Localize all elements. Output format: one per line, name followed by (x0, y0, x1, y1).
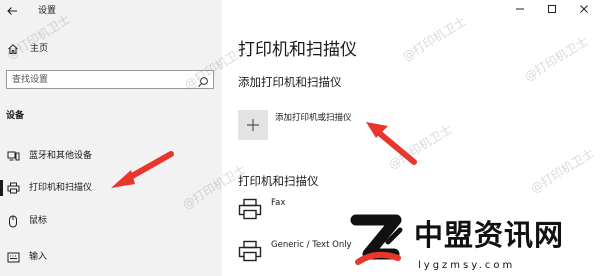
printer-icon (6, 181, 20, 195)
sidebar-item-bluetooth[interactable]: 蓝牙和其他设备 (6, 149, 92, 163)
back-arrow-icon[interactable] (6, 5, 20, 19)
sidebar-item-home[interactable]: 主页 (6, 42, 48, 56)
plus-icon (247, 119, 259, 131)
printer-name: Fax (271, 198, 286, 208)
sidebar-item-label: 打印机和扫描仪 (29, 183, 93, 193)
keyboard-icon (6, 250, 20, 264)
minimize-icon[interactable] (504, 0, 536, 18)
active-indicator (0, 180, 3, 196)
sidebar: 设置 主页 设备 蓝牙和其他设备 打印机和扫描仪 鼠标 (0, 0, 222, 276)
printers-section-heading: 打印机和扫描仪 (238, 174, 319, 188)
brand-url: lygzmsy.com (418, 260, 516, 271)
brand-watermark: 中盟资讯网 lygzmsy.com (340, 210, 600, 276)
sidebar-item-label: 主页 (30, 44, 49, 54)
maximize-icon[interactable] (536, 0, 568, 18)
devices-icon (6, 149, 20, 163)
sidebar-item-mouse[interactable]: 鼠标 (6, 214, 47, 228)
sidebar-item-typing[interactable]: 输入 (6, 250, 47, 264)
add-printer-button[interactable] (238, 110, 268, 140)
search-box[interactable] (6, 70, 214, 89)
page-title: 打印机和扫描仪 (238, 40, 357, 60)
printer-icon (238, 198, 264, 222)
add-section-heading: 添加打印机和扫描仪 (238, 75, 342, 89)
section-label: 设备 (6, 111, 25, 121)
add-printer-label[interactable]: 添加打印机或扫描仪 (275, 113, 352, 124)
sidebar-item-printers[interactable]: 打印机和扫描仪 (6, 181, 92, 195)
home-icon (6, 42, 20, 56)
window-title: 设置 (38, 6, 57, 16)
search-input[interactable] (12, 71, 192, 88)
close-icon[interactable] (568, 0, 600, 18)
brand-logo-icon (350, 214, 403, 265)
brand-name: 中盟资讯网 (414, 218, 565, 252)
mouse-icon (6, 214, 20, 228)
printer-icon (238, 240, 264, 264)
sidebar-item-label: 蓝牙和其他设备 (29, 151, 93, 161)
search-icon[interactable] (197, 73, 209, 87)
sidebar-item-label: 输入 (29, 252, 48, 262)
window-controls (504, 0, 600, 18)
sidebar-item-label: 鼠标 (29, 216, 48, 226)
